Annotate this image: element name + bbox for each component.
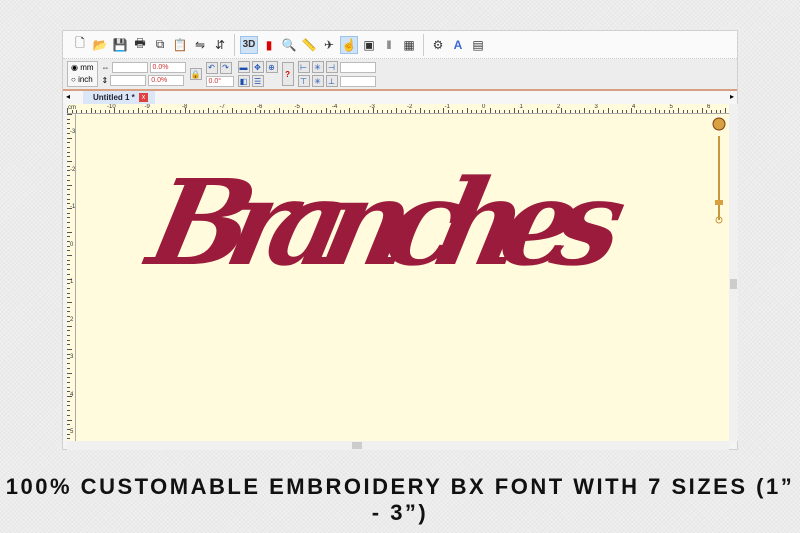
ruler-v-label: 1 (70, 279, 74, 285)
paste-icon[interactable]: 📋 (171, 36, 189, 54)
promo-caption: 100% CUSTOMABLE EMBROIDERY BX FONT WITH … (5, 474, 795, 525)
ruler-v-label: 5 (70, 429, 74, 435)
design-text[interactable]: Branches (135, 154, 637, 292)
open-folder-icon[interactable]: 📂 (91, 36, 109, 54)
unit-inch-radio[interactable]: ○ inch (71, 75, 94, 85)
vertical-ruler: -3 -2 -1 0 1 2 3 4 5 (67, 114, 76, 441)
align-right-button[interactable]: ⊣ (325, 61, 338, 73)
ruler-h-label: -9 (144, 104, 150, 110)
mirror-vertical-icon[interactable]: ⇵ (211, 36, 229, 54)
tab-close-icon[interactable]: x (139, 93, 148, 102)
center-button[interactable]: ✥ (251, 61, 264, 73)
rotate-left-button[interactable]: ↶ (205, 61, 218, 74)
rotate-right-button[interactable]: ↷ (219, 61, 232, 74)
align-top-button[interactable]: ▬ (237, 61, 250, 73)
align-vcenter-button[interactable]: ✳ (311, 75, 324, 87)
ruler-h-label: 5 (669, 104, 673, 110)
align-hcenter-button[interactable]: ✳ (311, 61, 324, 73)
embroidery-design[interactable]: Branches (76, 114, 729, 441)
align-top2-button[interactable]: ⊤ (297, 75, 310, 87)
ruler-h-label: 6 (707, 104, 711, 110)
ruler-v-label: 0 (70, 241, 74, 248)
ruler-h-label: -2 (407, 104, 413, 110)
color-bars-icon[interactable]: ▮ (260, 36, 278, 54)
align-left-button[interactable]: ⊢ (297, 61, 310, 73)
export-icon[interactable]: ▤ (469, 36, 487, 54)
ruler-v-label: 3 (70, 354, 74, 360)
unit-inch-label: inch (78, 75, 93, 84)
unit-mm-radio[interactable]: ◉ mm (71, 63, 94, 73)
design-canvas[interactable]: Branches (76, 114, 729, 441)
ruler-h-label: 3 (594, 104, 598, 110)
fit-button[interactable]: ⊕ (265, 61, 278, 73)
ruler-h-label: 4 (632, 104, 636, 110)
distribute-button[interactable]: ☰ (251, 75, 264, 87)
new-file-icon[interactable]: 🗋 (71, 36, 89, 54)
help-button[interactable]: ? (281, 62, 294, 86)
ruler-h-label: -3 (369, 104, 375, 110)
card-icon[interactable]: ▣ (360, 36, 378, 54)
lock-ratio-button[interactable]: 🔒 (189, 68, 202, 80)
ruler-v-label: 2 (70, 316, 74, 323)
ruler-h-label: -1 (444, 104, 450, 110)
tab-scroll-right-icon[interactable]: ▸ (730, 92, 734, 101)
vertical-scrollbar[interactable] (729, 104, 738, 441)
height-input[interactable] (110, 75, 147, 86)
y-input[interactable] (339, 75, 376, 87)
thread-colors-icon[interactable]: ‖ (380, 36, 398, 54)
ruler-h-label: -6 (257, 104, 263, 110)
ruler-h-label: -7 (219, 104, 225, 110)
horizontal-scrollbar[interactable] (67, 441, 729, 450)
ruler-icon[interactable]: 📏 (300, 36, 318, 54)
unit-mm-label: mm (80, 63, 94, 72)
ruler-v-label: 4 (70, 391, 74, 398)
settings-gear-icon[interactable]: ⚙ (429, 36, 447, 54)
half-fill-button[interactable]: ◧ (237, 75, 250, 87)
app-window: 🗋 📂 💾 🖶 ⧉ 📋 ⇋ ⇵ 3D ▮ 🔍 📏 ✈ ☝ ▣ ‖ ▦ ⚙ A ▤ ◉ mm ○ inch ⇔ 0.0% … (62, 30, 738, 450)
ruler-h-label: 1 (519, 104, 523, 110)
select-pointer-icon[interactable]: ☝ (340, 35, 358, 54)
height-icon: ⇕ (101, 76, 109, 85)
width-percent-input[interactable]: 0.0% (149, 62, 186, 73)
print-icon[interactable]: 🖶 (131, 36, 149, 54)
ruler-v-label: -3 (70, 129, 76, 135)
height-percent-input[interactable]: 0.0% (148, 75, 185, 86)
tab-label: Untitled 1 * (93, 93, 135, 102)
x-input[interactable] (339, 61, 376, 73)
ruler-v-label: -1 (70, 204, 76, 210)
3d-view-icon[interactable]: 3D (240, 35, 258, 54)
zoom-slider-thumb[interactable] (715, 200, 723, 205)
mirror-horizontal-icon[interactable]: ⇋ (191, 36, 209, 54)
ruler-h-label: -5 (294, 104, 300, 110)
width-icon: ⇔ (101, 63, 110, 72)
design-grid-icon[interactable]: ▦ (400, 36, 418, 54)
zoom-slider[interactable] (711, 116, 727, 226)
stitch-tool-icon[interactable]: ✈ (320, 36, 338, 54)
horizontal-ruler: cm -10-9-8-7-6-5-4-3-2-101234567 (67, 104, 729, 114)
vertical-scroll-thumb[interactable] (730, 279, 737, 289)
ruler-h-label: -10 (107, 104, 116, 110)
unit-selector: ◉ mm ○ inch (67, 61, 98, 87)
width-input[interactable] (111, 62, 148, 73)
ruler-v-label: -2 (70, 166, 76, 173)
ruler-h-label: -8 (182, 104, 188, 110)
document-tabs: ◂ Untitled 1 * x ▸ (63, 89, 737, 104)
ruler-h-label: 0 (482, 104, 486, 110)
compass-icon (712, 117, 726, 131)
main-toolbar: 🗋 📂 💾 🖶 ⧉ 📋 ⇋ ⇵ 3D ▮ 🔍 📏 ✈ ☝ ▣ ‖ ▦ ⚙ A ▤ (63, 31, 737, 59)
rotation-input[interactable]: 0.0° (205, 75, 234, 87)
copy-icon[interactable]: ⧉ (151, 36, 169, 54)
tab-scroll-left-icon[interactable]: ◂ (66, 92, 70, 101)
save-icon[interactable]: 💾 (111, 36, 129, 54)
align-bottom-button[interactable]: ⊥ (325, 75, 338, 87)
ruler-h-label: 2 (557, 104, 561, 110)
ruler-h-label: -4 (332, 104, 338, 110)
horizontal-scroll-thumb[interactable] (352, 442, 362, 449)
properties-toolbar: ◉ mm ○ inch ⇔ 0.0% ⇕ 0.0% 🔒 ↶ ↷ 0.0° ▬ ✥ ⊕ ◧ ☰… (63, 59, 737, 89)
zoom-icon[interactable]: 🔍 (280, 36, 298, 54)
text-tool-icon[interactable]: A (449, 36, 467, 54)
